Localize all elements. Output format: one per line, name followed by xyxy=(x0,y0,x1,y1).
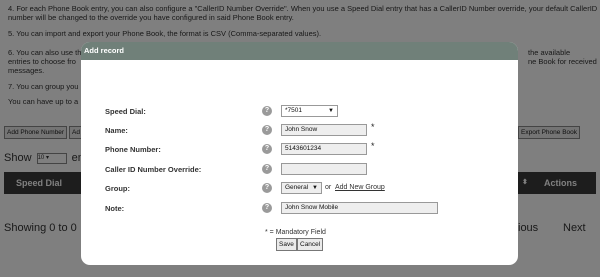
name-input[interactable]: John Snow xyxy=(281,124,367,136)
phone-number-input[interactable]: 5143601234 xyxy=(281,143,367,155)
group-label: Group: xyxy=(105,184,130,193)
add-record-dialog: Add record Speed Dial: ? *7501 ▼ Name: ?… xyxy=(81,42,518,265)
save-button[interactable]: Save xyxy=(276,238,297,251)
note-help-icon[interactable]: ? xyxy=(262,203,272,213)
cancel-button[interactable]: Cancel xyxy=(297,238,324,251)
callerid-override-help-icon[interactable]: ? xyxy=(262,164,272,174)
name-required-marker: * xyxy=(371,122,375,132)
callerid-override-label: Caller ID Number Override: xyxy=(105,165,202,174)
group-select[interactable]: General ▼ xyxy=(281,182,322,194)
phone-number-required-marker: * xyxy=(371,141,375,151)
phone-number-help-icon[interactable]: ? xyxy=(262,144,272,154)
speed-dial-value: *7501 xyxy=(285,107,302,114)
speed-dial-label: Speed Dial: xyxy=(105,107,146,116)
dialog-title-bar: Add record xyxy=(81,42,518,60)
callerid-override-input[interactable] xyxy=(281,163,367,175)
group-value: General xyxy=(285,184,309,191)
note-input[interactable]: John Snow Mobile xyxy=(281,202,438,214)
phone-number-label: Phone Number: xyxy=(105,145,161,154)
group-or-text: or xyxy=(325,184,332,191)
chevron-down-icon: ▼ xyxy=(328,108,334,114)
chevron-down-icon: ▼ xyxy=(312,185,318,191)
speed-dial-help-icon[interactable]: ? xyxy=(262,106,272,116)
name-label: Name: xyxy=(105,126,128,135)
group-help-icon[interactable]: ? xyxy=(262,183,272,193)
name-help-icon[interactable]: ? xyxy=(262,125,272,135)
dialog-title: Add record xyxy=(84,46,125,55)
note-label: Note: xyxy=(105,204,125,213)
add-new-group-link[interactable]: Add New Group xyxy=(335,184,385,191)
speed-dial-select[interactable]: *7501 ▼ xyxy=(281,105,338,117)
mandatory-field-note: * = Mandatory Field xyxy=(265,229,326,236)
